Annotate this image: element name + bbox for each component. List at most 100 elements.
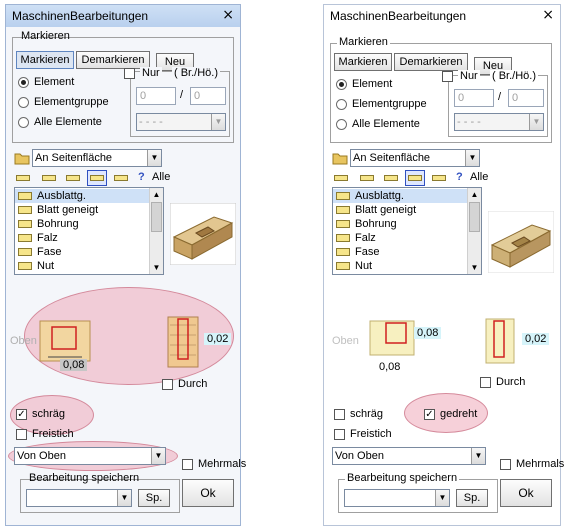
tab-markieren[interactable]: Markieren xyxy=(334,53,392,71)
nur-checkbox[interactable] xyxy=(442,71,453,82)
speichern-legend: Bearbeitung speichern xyxy=(345,472,460,484)
radio-elementgruppe[interactable] xyxy=(336,99,347,110)
list-item[interactable]: Bohrung xyxy=(15,217,149,231)
help-icon[interactable]: ? xyxy=(456,171,463,183)
range-select[interactable]: - - - - ▼ xyxy=(136,113,226,131)
dialog-left: MaschinenBearbeitungen × Markieren Marki… xyxy=(5,4,246,526)
tool-bottom-icon[interactable] xyxy=(112,171,130,185)
tab-markieren[interactable]: Markieren xyxy=(16,51,74,69)
nur-label: Nur xyxy=(140,67,162,79)
durch-checkbox[interactable] xyxy=(480,377,491,388)
list-item-label: Bohrung xyxy=(37,218,79,230)
list-item[interactable]: Bohrung xyxy=(333,217,467,231)
list-item[interactable]: Fase xyxy=(15,245,149,259)
direction-select[interactable]: Von Oben ▼ xyxy=(14,447,166,465)
list-item-label: Nut xyxy=(355,260,373,272)
list-item[interactable]: Ausblattg. xyxy=(333,189,467,203)
close-icon[interactable]: × xyxy=(542,7,554,23)
saved-machining-select[interactable]: ▼ xyxy=(26,489,132,507)
dim-b-value[interactable]: 0,02 xyxy=(522,333,550,345)
mehrmals-checkbox[interactable] xyxy=(182,459,193,470)
machining-type-icon xyxy=(336,248,350,256)
radio-elementgruppe-label: Elementgruppe xyxy=(34,96,109,108)
list-scrollbar[interactable]: ▲ ▼ xyxy=(467,188,481,274)
mehrmals-label: Mehrmals xyxy=(198,458,247,470)
tool-end-right-icon[interactable] xyxy=(358,171,376,185)
dim-a-value[interactable]: 0,08 xyxy=(60,359,88,371)
radio-alle-elemente[interactable] xyxy=(18,117,29,128)
list-item-label: Fase xyxy=(37,246,62,258)
nur-checkbox[interactable] xyxy=(124,68,135,79)
range-select[interactable]: - - - - ▼ xyxy=(454,113,544,131)
alle-label[interactable]: Alle xyxy=(152,171,170,183)
radio-element[interactable] xyxy=(336,79,347,90)
scroll-thumb[interactable] xyxy=(151,202,162,232)
machining-list[interactable]: Ausblattg. Blatt geneigt Bohrung Falz Fa… xyxy=(14,187,164,275)
face-select[interactable]: An Seitenfläche ▼ xyxy=(32,149,162,167)
chevron-up-icon[interactable]: ▲ xyxy=(150,188,163,201)
nur-height-input[interactable]: 0 xyxy=(190,87,226,105)
tool-end-right-icon[interactable] xyxy=(40,171,58,185)
chevron-up-icon[interactable]: ▲ xyxy=(468,188,481,201)
close-icon[interactable]: × xyxy=(222,7,234,23)
tool-side-icon[interactable] xyxy=(64,171,82,185)
machining-type-icon xyxy=(336,192,350,200)
list-item[interactable]: Nut xyxy=(15,259,149,273)
sp-button[interactable]: Sp. xyxy=(456,489,488,507)
help-icon[interactable]: ? xyxy=(138,171,145,183)
radio-alle-elemente-label: Alle Elemente xyxy=(34,116,102,128)
chevron-down-icon: ▼ xyxy=(151,448,165,464)
tool-face-icon[interactable] xyxy=(87,170,107,186)
direction-select[interactable]: Von Oben ▼ xyxy=(332,447,486,465)
tool-bottom-icon[interactable] xyxy=(430,171,448,185)
nur-label: Nur xyxy=(458,70,480,82)
dim-a2-value[interactable]: 0,08 xyxy=(414,327,442,339)
ok-button[interactable]: Ok xyxy=(500,479,552,507)
list-item-label: Nut xyxy=(37,260,55,272)
oben-label: Oben xyxy=(10,335,37,347)
chevron-down-icon: ▼ xyxy=(465,150,479,166)
dim-a-value[interactable]: 0,08 xyxy=(376,361,403,373)
schraeg-label: schräg xyxy=(350,408,384,420)
tool-end-left-icon[interactable] xyxy=(332,171,350,185)
radio-elementgruppe[interactable] xyxy=(18,97,29,108)
mehrmals-checkbox[interactable] xyxy=(500,459,511,470)
schraeg-checkbox[interactable]: ✓ xyxy=(16,409,27,420)
list-item[interactable]: Falz xyxy=(333,231,467,245)
machining-list[interactable]: Ausblattg. Blatt geneigt Bohrung Falz Fa… xyxy=(332,187,482,275)
list-item[interactable]: Fase xyxy=(333,245,467,259)
sp-button[interactable]: Sp. xyxy=(138,489,170,507)
tab-demarkieren[interactable]: Demarkieren xyxy=(76,51,150,69)
tool-face-icon[interactable] xyxy=(405,170,425,186)
list-scrollbar[interactable]: ▲ ▼ xyxy=(149,188,163,274)
chevron-down-icon[interactable]: ▼ xyxy=(468,261,481,274)
schraeg-checkbox[interactable] xyxy=(334,409,345,420)
freistich-checkbox[interactable] xyxy=(16,429,27,440)
folder-icon[interactable] xyxy=(332,151,348,165)
tool-end-left-icon[interactable] xyxy=(14,171,32,185)
gedreht-checkbox[interactable]: ✓ xyxy=(424,409,435,420)
list-item[interactable]: Blatt geneigt xyxy=(15,203,149,217)
nur-width-input[interactable]: 0 xyxy=(454,89,494,107)
list-item[interactable]: Blatt geneigt xyxy=(333,203,467,217)
tool-side-icon[interactable] xyxy=(382,171,400,185)
dim-b-value[interactable]: 0,02 xyxy=(204,333,232,345)
radio-element[interactable] xyxy=(18,77,29,88)
radio-alle-elemente[interactable] xyxy=(336,119,347,130)
face-select[interactable]: An Seitenfläche ▼ xyxy=(350,149,480,167)
folder-icon[interactable] xyxy=(14,151,30,165)
scroll-thumb[interactable] xyxy=(469,202,480,232)
saved-machining-select[interactable]: ▼ xyxy=(344,489,450,507)
durch-checkbox[interactable] xyxy=(162,379,173,390)
list-item[interactable]: Falz xyxy=(15,231,149,245)
freistich-checkbox[interactable] xyxy=(334,429,345,440)
ok-button[interactable]: Ok xyxy=(182,479,234,507)
list-item[interactable]: Nut xyxy=(333,259,467,273)
tab-demarkieren[interactable]: Demarkieren xyxy=(394,53,468,71)
nur-width-input[interactable]: 0 xyxy=(136,87,176,105)
nur-height-input[interactable]: 0 xyxy=(508,89,544,107)
alle-label[interactable]: Alle xyxy=(470,171,488,183)
list-item-label: Ausblattg. xyxy=(37,190,86,202)
list-item[interactable]: Ausblattg. xyxy=(15,189,149,203)
chevron-down-icon[interactable]: ▼ xyxy=(150,261,163,274)
